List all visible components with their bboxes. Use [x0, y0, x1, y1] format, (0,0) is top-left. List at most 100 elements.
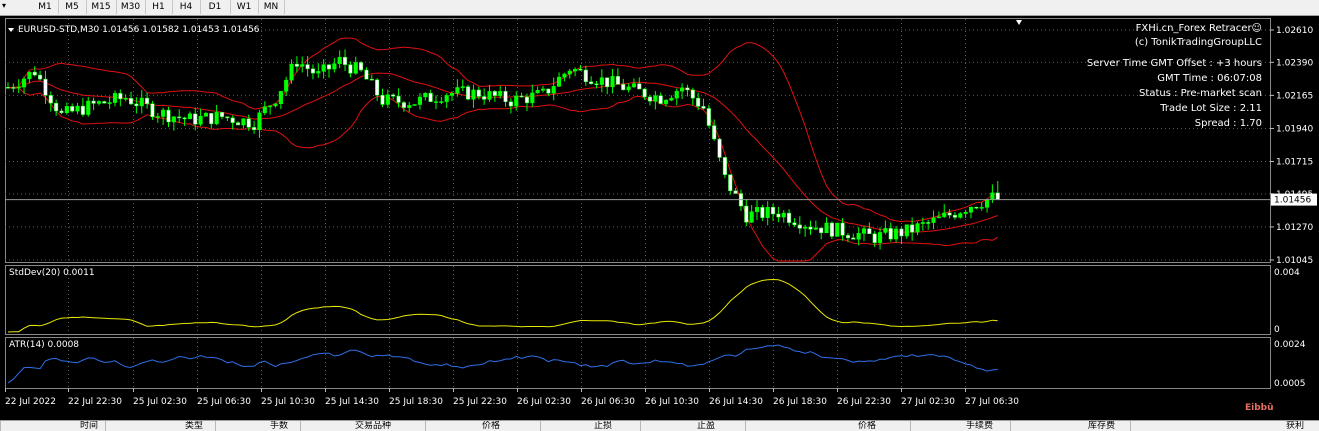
timeframe-m30-button[interactable]: M30 [116, 0, 146, 14]
candle-body [985, 199, 990, 208]
chart-window[interactable]: 1.02610 1.02390 1.02165 1.01940 1.01715 1.014… [0, 16, 1319, 412]
candle-body [535, 90, 540, 94]
stddev-axis-label: 0.004 [1274, 268, 1300, 278]
candle-body [974, 206, 979, 209]
candle-body [246, 118, 251, 128]
candle-body [626, 86, 631, 91]
candle-body [717, 138, 722, 158]
candle-body [594, 83, 599, 85]
time-axis-label: 25 Jul 18:30 [389, 397, 443, 407]
candle-body [664, 100, 669, 104]
timeframe-h4-button[interactable]: H4 [172, 0, 201, 14]
candle-body [193, 113, 198, 125]
candle-body [845, 235, 851, 239]
candle-body [375, 79, 380, 96]
candle-body [289, 63, 294, 81]
timeframe-m15-button[interactable]: M15 [86, 0, 117, 14]
candle-body [300, 64, 305, 67]
candle-body [920, 222, 925, 224]
price-axis-label: 1.01940 [1276, 124, 1313, 134]
candle-body [776, 213, 781, 218]
candle-body [112, 93, 118, 103]
timeframe-m5-button[interactable]: M5 [58, 0, 87, 14]
candle-body [696, 97, 701, 107]
candle-body [749, 211, 754, 223]
candle-body [385, 94, 390, 105]
price-chart[interactable]: 1.02610 1.02390 1.02165 1.01940 1.01715 1.014… [0, 16, 1319, 412]
time-axis-label: 27 Jul 02:30 [901, 397, 955, 407]
candle-body [947, 212, 952, 216]
timeframe-m1-button[interactable]: M1 [32, 0, 59, 14]
candle-body [787, 212, 792, 223]
candle-body [583, 69, 588, 82]
candle-body [305, 64, 310, 70]
price-axis-label: 1.01270 [1276, 223, 1313, 233]
stddev-axis-label: 0 [1274, 325, 1280, 335]
candle-body [492, 91, 497, 96]
indicator-info-line: (c) TonikTradingGroupLLC [1135, 37, 1262, 48]
time-axis-label: 26 Jul 14:30 [709, 397, 763, 407]
candle-body [840, 222, 845, 236]
candle-body [326, 64, 332, 70]
candle-body [252, 127, 257, 131]
candle-body [59, 110, 64, 113]
candle-body [407, 105, 412, 108]
candle-body [706, 108, 711, 126]
candle-body [187, 113, 192, 120]
candle-body [631, 83, 637, 88]
candle-body [182, 117, 187, 120]
indicator-info-line: GMT Time : 06:07:08 [1157, 73, 1262, 84]
candle-body [508, 101, 513, 107]
candle-body [514, 95, 519, 107]
candle-body [423, 92, 428, 98]
timeframe-d1-button[interactable]: D1 [200, 0, 231, 14]
candle-body [653, 95, 658, 102]
candle-body [214, 112, 219, 125]
candle-body [444, 95, 449, 102]
chart-symbol-header: EURUSD-STD,M30 1.01456 1.01582 1.01453 1… [18, 25, 260, 35]
candle-body [530, 92, 535, 104]
timeframe-mn-button[interactable]: MN [258, 0, 285, 14]
atr-label: ATR(14) 0.0008 [9, 340, 79, 350]
candle-body [557, 76, 562, 87]
candle-body [888, 228, 893, 240]
candle-body [471, 89, 476, 100]
candle-body [439, 101, 444, 103]
candle-body [80, 105, 85, 115]
candle-body [904, 224, 909, 237]
timeframe-toolbar: ▾ M1 M5 M15 M30 H1 H4 D1 W1 MN [0, 0, 1319, 16]
candle-body [819, 227, 824, 234]
indicator-info-line: Spread : 1.70 [1195, 118, 1262, 129]
candle-body [91, 100, 96, 104]
candle-body [728, 174, 733, 192]
candle-body [792, 222, 797, 226]
candle-body [503, 91, 508, 102]
time-axis-label: 26 Jul 02:30 [517, 397, 571, 407]
timeframe-w1-button[interactable]: W1 [230, 0, 259, 14]
candle-body [856, 233, 861, 240]
candle-body [642, 88, 647, 98]
candle-body [455, 87, 460, 94]
toolbar-dropdown-icon[interactable]: ▾ [2, 1, 6, 10]
candle-body [450, 93, 455, 96]
candle-body [460, 86, 465, 88]
candle-body [86, 100, 91, 115]
candle-body [674, 90, 679, 99]
candle-body [952, 214, 958, 218]
candle-body [155, 116, 160, 118]
candle-body [615, 76, 620, 85]
candle-body [466, 86, 471, 100]
candle-body [589, 81, 594, 84]
candle-body [161, 109, 166, 117]
candle-body [203, 113, 208, 117]
candle-body [578, 68, 583, 71]
watermark-logo: Eibbû [1245, 403, 1274, 413]
timeframe-h1-button[interactable]: H1 [145, 0, 173, 14]
candle-body [808, 226, 813, 230]
candle-body [230, 117, 235, 123]
indicator-info-line: Server Time GMT Offset : +3 hours [1087, 58, 1262, 69]
candle-body [680, 87, 685, 92]
candle-body [129, 98, 134, 105]
main-pane-border [5, 18, 1271, 263]
stddev-line [7, 278, 998, 333]
